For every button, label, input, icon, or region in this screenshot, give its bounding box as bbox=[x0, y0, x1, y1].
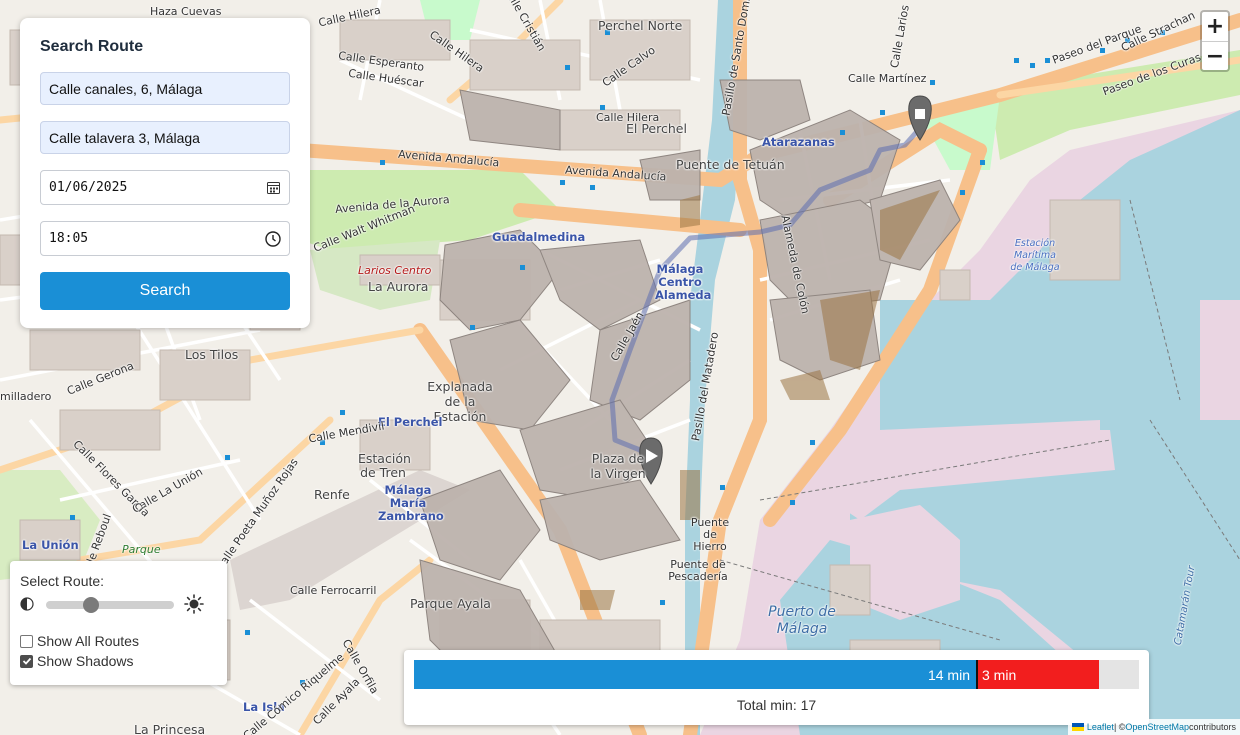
show-all-routes-toggle[interactable]: Show All Routes bbox=[20, 631, 217, 651]
map-label: La Princesa bbox=[134, 722, 206, 735]
map-label: Renfe bbox=[314, 487, 350, 502]
search-panel: Search Route Calle canales, 6, Málaga Ca… bbox=[20, 18, 310, 328]
map-label: La Aurora bbox=[368, 279, 429, 294]
map-label: Málaga Centro Alameda bbox=[655, 262, 712, 302]
zoom-control: + − bbox=[1200, 10, 1230, 72]
show-shadows-toggle[interactable]: Show Shadows bbox=[20, 651, 217, 671]
ukraine-flag-icon bbox=[1071, 723, 1084, 731]
destination-input[interactable]: Calle talavera 3, Málaga bbox=[40, 121, 290, 154]
time-bar: 14 min 3 min bbox=[414, 660, 1139, 689]
date-input-value: 01/06/2025 bbox=[49, 180, 128, 195]
map-label: El Perchel bbox=[378, 415, 443, 429]
origin-input-value: Calle canales, 6, Málaga bbox=[49, 80, 203, 97]
show-all-routes-checkbox[interactable] bbox=[20, 634, 33, 648]
walk-time-label: 14 min bbox=[927, 666, 970, 683]
select-route-label: Select Route: bbox=[20, 573, 105, 589]
route-slider-thumb[interactable] bbox=[82, 597, 99, 613]
map-label: Estación Marítima de Málaga bbox=[1010, 238, 1060, 273]
map-label: Perchel Norte bbox=[598, 18, 683, 33]
route-slider[interactable] bbox=[46, 597, 174, 613]
attribution-contributors: contributors bbox=[1188, 722, 1236, 732]
attribution-separator: | © bbox=[1113, 722, 1126, 732]
map-label: Puente de Hierro bbox=[690, 516, 730, 553]
time-input-value: 18:05 bbox=[49, 231, 89, 246]
map-label: Calle Ferrocarril bbox=[290, 584, 377, 597]
map-label: Haza Cuevas bbox=[150, 5, 222, 18]
map-label: Estación de Tren bbox=[358, 451, 411, 480]
map-label: Los Tilos bbox=[185, 347, 239, 362]
route-selector-panel: Select Route: Show All Routes Show Shado… bbox=[10, 561, 227, 685]
map-label: Puente de Pescadería bbox=[668, 558, 728, 583]
show-shadows-label: Show Shadows bbox=[37, 653, 134, 669]
clock-icon[interactable] bbox=[265, 230, 281, 247]
map-label: Plaza de la Virgen bbox=[590, 451, 646, 481]
leaflet-link[interactable]: Leaflet bbox=[1087, 722, 1114, 732]
map-label: Atarazanas bbox=[762, 135, 835, 149]
search-button[interactable]: Search bbox=[40, 272, 290, 310]
map-label: Guadalmedina bbox=[492, 230, 586, 244]
time-input[interactable]: 18:05 bbox=[40, 221, 290, 256]
route-time-panel: 14 min 3 min Total min: 17 bbox=[404, 650, 1149, 725]
map-label: El Perchel bbox=[626, 121, 687, 136]
show-all-routes-label: Show All Routes bbox=[37, 633, 139, 649]
map-label: La Unión bbox=[22, 538, 79, 552]
map-label: Calle Martínez bbox=[848, 72, 927, 85]
osm-link[interactable]: OpenStreetMap bbox=[1125, 722, 1189, 732]
origin-input[interactable]: Calle canales, 6, Málaga bbox=[40, 72, 290, 105]
total-time: Total min: 17 bbox=[736, 697, 817, 713]
calendar-icon[interactable] bbox=[265, 180, 281, 196]
wait-time-label: 3 min bbox=[982, 666, 1017, 683]
map-label: Puerto de Málaga bbox=[768, 604, 836, 637]
map-label: Parque Ayala bbox=[410, 596, 491, 611]
show-shadows-checkbox[interactable] bbox=[20, 654, 33, 668]
map-label: Málaga María Zambrano bbox=[378, 483, 444, 523]
zoom-out-button[interactable]: − bbox=[1202, 41, 1228, 70]
sun-icon bbox=[184, 593, 204, 617]
walk-segment: 14 min bbox=[414, 660, 978, 689]
contrast-icon bbox=[20, 596, 34, 614]
date-input[interactable]: 01/06/2025 bbox=[40, 170, 290, 205]
map-label: milladero bbox=[0, 390, 52, 403]
zoom-in-button[interactable]: + bbox=[1202, 12, 1228, 41]
map-label: Parque bbox=[122, 543, 161, 556]
wait-segment: 3 min bbox=[978, 660, 1099, 689]
search-title: Search Route bbox=[40, 38, 144, 55]
map-attribution: Leaflet | © OpenStreetMap contributors bbox=[1067, 719, 1240, 735]
destination-input-value: Calle talavera 3, Málaga bbox=[49, 129, 200, 146]
map-label: Larios Centro bbox=[358, 264, 432, 277]
map-label: Puente de Tetuán bbox=[676, 157, 785, 172]
